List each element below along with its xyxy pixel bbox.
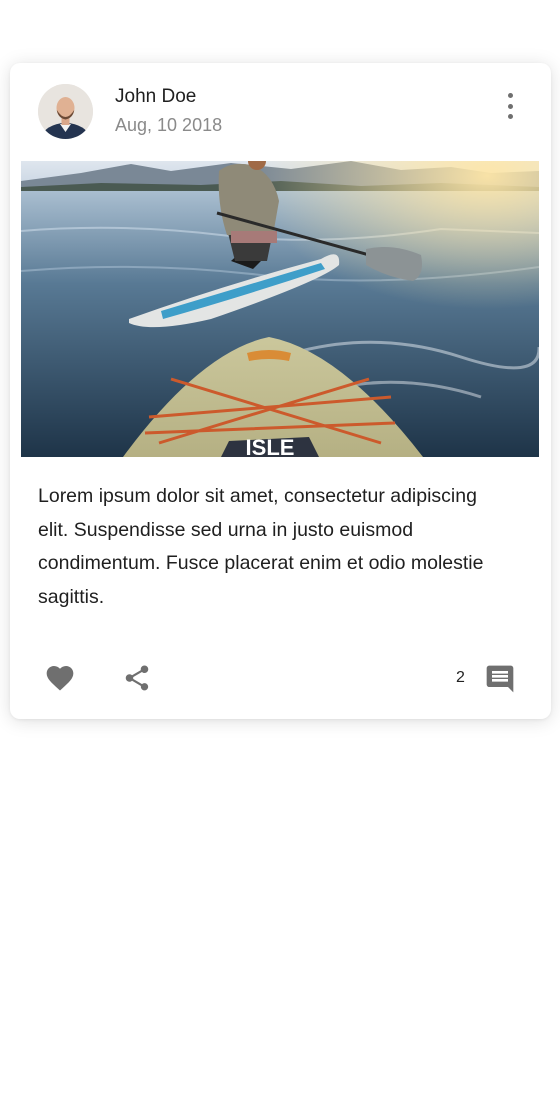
more-vertical-icon [507,93,513,98]
comment-count: 2 [456,669,465,686]
post-date: Aug, 10 2018 [115,115,223,135]
share-icon [125,665,149,691]
like-button[interactable] [44,663,76,693]
post-image: ISLE [21,161,539,457]
post-body-text: Lorem ipsum dolor sit amet, consectetur … [38,485,484,608]
board-logo-text: ISLE [246,435,295,457]
comment-icon [486,665,514,693]
post-card: John Doe Aug, 10 2018 ISLE Lorem ipsum d… [10,63,551,719]
avatar[interactable] [38,84,93,139]
author-name[interactable]: John Doe [115,86,196,108]
share-button[interactable] [122,663,152,693]
comment-button[interactable] [484,663,516,695]
heart-icon [46,666,74,691]
more-options-button[interactable] [505,93,515,119]
